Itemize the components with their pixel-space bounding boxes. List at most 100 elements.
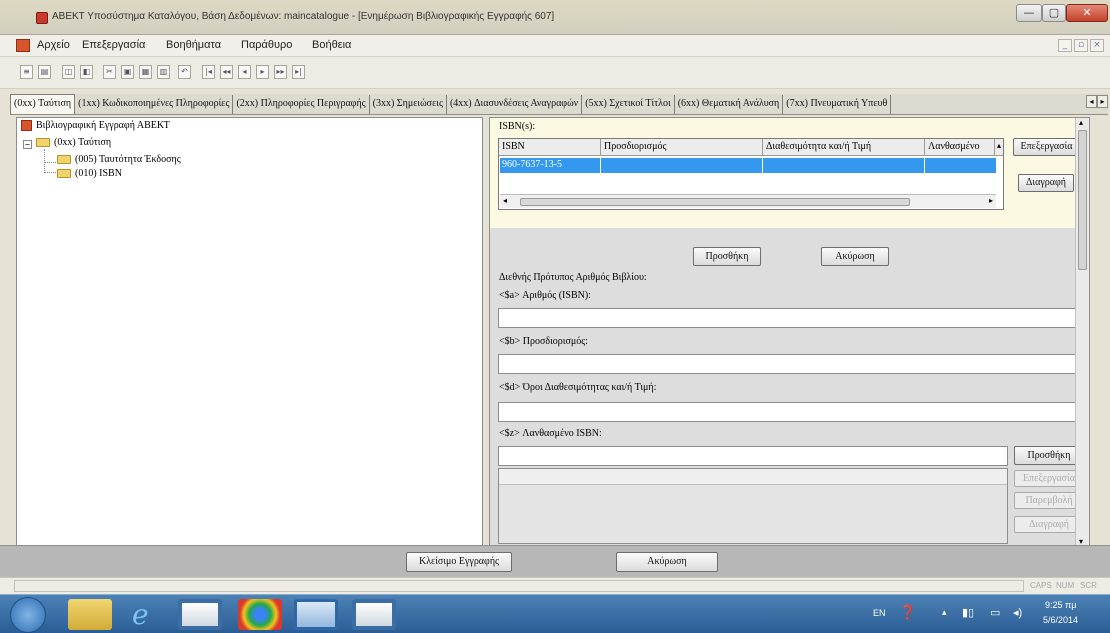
folder-icon	[57, 169, 71, 179]
scroll-up-icon[interactable]: ▴	[995, 139, 1003, 156]
section-title: Διεθνής Πρότυπος Αριθμός Βιβλίου:	[499, 272, 647, 283]
tree-item-010[interactable]: (010) ISBN	[57, 168, 122, 179]
abekt-app-icon[interactable]	[352, 599, 396, 630]
collapse-icon[interactable]: −	[23, 140, 32, 149]
vertical-scrollbar[interactable]: ▴ ▾	[1075, 118, 1089, 546]
tree-root[interactable]: Βιβλιογραφική Εγγραφή ΑΒΕΚΤ	[21, 120, 170, 132]
open-record-icon[interactable]: ▤	[38, 65, 51, 79]
caps-indicator: CAPS	[1030, 581, 1052, 590]
cancel-button[interactable]: Ακύρωση	[821, 247, 889, 266]
horizontal-scrollbar[interactable]: ◂ ▸	[500, 194, 996, 208]
tree-node-0xx[interactable]: (0xx) Ταύτιση	[36, 137, 111, 148]
tab-identification[interactable]: (0xx) Ταύτιση	[10, 94, 76, 114]
internet-explorer-icon[interactable]: e	[122, 598, 166, 631]
list-item[interactable]	[499, 469, 1007, 485]
minimize-button[interactable]: —	[1016, 4, 1042, 22]
copy-icon[interactable]: ◫	[62, 65, 75, 79]
refresh-icon[interactable]: ▥	[157, 65, 170, 79]
cancel-record-button[interactable]: Ακύρωση	[616, 552, 718, 572]
record-action-bar: Κλείσιμο Εγγραφής Ακύρωση	[0, 545, 1110, 577]
scroll-left-icon[interactable]: ◂	[503, 196, 507, 205]
tab-responsibility[interactable]: (7xx) Πνευματική Υπευθ	[783, 95, 892, 114]
status-bar: CAPS NUM SCR	[0, 577, 1110, 594]
isbn-group-label: ISBN(s):	[499, 121, 536, 132]
app-window-icon[interactable]	[178, 599, 222, 630]
column-header-qualifier[interactable]: Προσδιορισμός	[601, 139, 763, 156]
undo-icon[interactable]: ↶	[178, 65, 191, 79]
isbn-number-input[interactable]	[498, 308, 1084, 328]
field-a-label: <$a> Αριθμός (ISBN):	[499, 290, 591, 301]
availability-input[interactable]	[498, 402, 1084, 422]
mdi-controls: _ ▫ ×	[1056, 38, 1104, 52]
scroll-thumb[interactable]	[1078, 130, 1087, 270]
add-button[interactable]: Προσθήκη	[693, 247, 761, 266]
explorer-icon[interactable]	[68, 599, 112, 630]
menu-file[interactable]: Αρχείο	[37, 39, 70, 51]
qualifier-input[interactable]	[498, 354, 1084, 374]
tray-expand-icon[interactable]: ▴	[942, 607, 947, 618]
tab-notes[interactable]: (3xx) Σημειώσεις	[370, 95, 447, 114]
chrome-icon[interactable]	[238, 599, 282, 630]
menu-tools[interactable]: Βοηθήματα	[166, 39, 221, 51]
new-record-icon[interactable]: ≡	[20, 65, 33, 79]
save-icon[interactable]: ▣	[121, 65, 134, 79]
rewind-icon[interactable]: ◂◂	[220, 65, 233, 79]
close-record-button[interactable]: Κλείσιμο Εγγραφής	[406, 552, 512, 572]
z-add-button[interactable]: Προσθήκη	[1014, 446, 1084, 465]
next-icon[interactable]: ▸	[256, 65, 269, 79]
notepad-icon[interactable]	[294, 599, 338, 630]
tab-subject[interactable]: (6xx) Θεματική Ανάλυση	[675, 95, 784, 114]
invalid-isbn-list[interactable]	[498, 468, 1008, 544]
scroll-thumb[interactable]	[520, 198, 910, 206]
tab-linking[interactable]: (4xx) Διασυνδέσεις Αναγραφών	[447, 95, 583, 114]
last-record-icon[interactable]: ▸|	[292, 65, 305, 79]
network-icon[interactable]: ▮▯	[962, 606, 974, 619]
battery-icon[interactable]: ▭	[990, 606, 1000, 619]
menu-window[interactable]: Παράθυρο	[241, 39, 292, 51]
menu-help[interactable]: Βοήθεια	[312, 39, 351, 51]
z-replace-button[interactable]: Παρεμβολή	[1014, 492, 1084, 509]
z-delete-button[interactable]: Διαγραφή	[1014, 516, 1084, 533]
tab-coded-info[interactable]: (1xx) Κωδικοποιημένες Πληροφορίες	[75, 95, 234, 114]
tab-related-titles[interactable]: (5xx) Σχετικοί Τίτλοι	[582, 95, 675, 114]
tree-connector	[44, 149, 56, 163]
mdi-restore-icon[interactable]: ▫	[1074, 39, 1088, 52]
language-indicator[interactable]: EN	[873, 608, 886, 618]
cut-icon[interactable]: ✂	[103, 65, 116, 79]
isbn-edit-button[interactable]: Επεξεργασία	[1013, 138, 1080, 156]
title-bar: ΑΒΕΚΤ Υποσύστημα Καταλόγου, Βάση Δεδομέν…	[0, 0, 1110, 35]
tab-scroll-right-icon[interactable]: ▸	[1097, 95, 1108, 108]
field-z-label: <$z> Λανθασμένο ISBN:	[499, 428, 602, 439]
invalid-isbn-input[interactable]	[498, 446, 1008, 466]
close-button[interactable]: ✕	[1066, 4, 1108, 22]
z-edit-button[interactable]: Επεξεργασία	[1014, 470, 1084, 487]
tab-description[interactable]: (2xx) Πληροφορίες Περιγραφής	[233, 95, 370, 114]
tree-item-005[interactable]: (005) Ταυτότητα Έκδοσης	[57, 154, 181, 165]
scroll-right-icon[interactable]: ▸	[989, 196, 993, 205]
tab-scroll-left-icon[interactable]: ◂	[1086, 95, 1097, 108]
tree-connector	[44, 162, 56, 173]
previous-icon[interactable]: ◂	[238, 65, 251, 79]
volume-icon[interactable]: ◂)	[1013, 606, 1022, 619]
table-row[interactable]: 960-7637-13-5	[500, 158, 996, 173]
mdi-close-icon[interactable]: ×	[1090, 39, 1104, 52]
fast-forward-icon[interactable]: ▸▸	[274, 65, 287, 79]
clock-date[interactable]: 5/6/2014	[1043, 615, 1078, 625]
clock-time[interactable]: 9:25 πμ	[1045, 600, 1076, 610]
scroll-up-icon[interactable]: ▴	[1079, 118, 1083, 127]
isbn-delete-button[interactable]: Διαγραφή	[1018, 174, 1074, 192]
field-b-label: <$b> Προσδιορισμός:	[499, 336, 588, 347]
maximize-button[interactable]: ▢	[1042, 4, 1066, 22]
mdi-minimize-icon[interactable]: _	[1058, 39, 1072, 52]
column-header-invalid[interactable]: Λανθασμένο	[925, 139, 995, 156]
first-record-icon[interactable]: |◂	[202, 65, 215, 79]
column-header-availability[interactable]: Διαθεσιμότητα και/ή Τιμή	[763, 139, 925, 156]
print-icon[interactable]: ▦	[139, 65, 152, 79]
start-button[interactable]	[10, 597, 46, 633]
column-header-isbn[interactable]: ISBN	[499, 139, 601, 156]
help-icon[interactable]: ❓	[899, 604, 916, 621]
paste-icon[interactable]: ◧	[80, 65, 93, 79]
app-icon	[36, 12, 48, 24]
menu-edit[interactable]: Επεξεργασία	[82, 39, 145, 51]
tree-item-label: (010) ISBN	[75, 168, 122, 179]
